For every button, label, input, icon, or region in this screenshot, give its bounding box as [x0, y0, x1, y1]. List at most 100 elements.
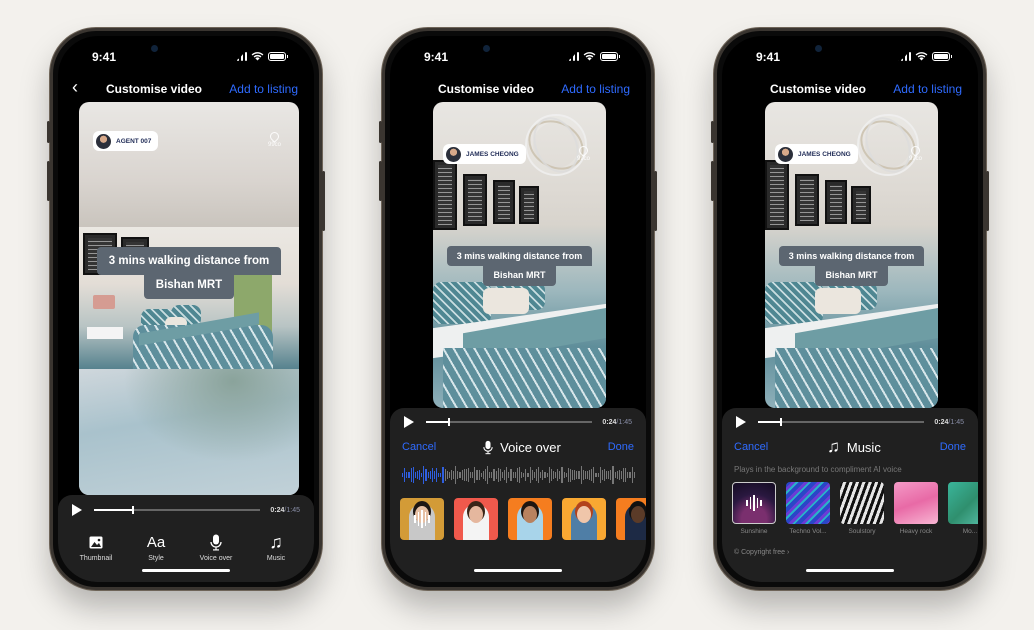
waveform-bar — [557, 468, 559, 482]
caption-line-1: 3 mins walking distance from — [446, 246, 593, 266]
waveform-bar — [633, 472, 635, 478]
waveform-bar — [493, 468, 495, 482]
waveform-bar — [627, 472, 629, 478]
waveform-bar — [480, 472, 482, 478]
navbar: ‹ Customise video Add to listing — [58, 77, 314, 99]
waveform-bar — [623, 467, 625, 483]
waveform-bar — [631, 467, 633, 483]
playing-audio-icon — [733, 483, 775, 523]
video-preview[interactable]: AGENT 007 99co 3 mins walking distance f… — [79, 102, 299, 495]
waveform-bar — [591, 469, 593, 481]
cancel-button[interactable]: Cancel — [402, 441, 436, 453]
wifi-icon — [583, 52, 596, 61]
tool-thumbnail[interactable]: Thumbnail — [68, 531, 124, 562]
waveform-bar — [582, 470, 584, 480]
voice-option[interactable] — [400, 498, 444, 540]
add-to-listing-button[interactable]: Add to listing — [229, 82, 298, 96]
waveform-bar — [612, 466, 614, 484]
track-artwork — [948, 482, 978, 524]
music-track[interactable]: Soulstory — [840, 482, 884, 535]
voice-option[interactable] — [562, 498, 606, 540]
editor-panel: 0:24/1:45 Thumbnail Aa Style Voice over … — [58, 495, 314, 582]
video-caption[interactable]: 3 mins walking distance from Bishan MRT — [433, 246, 606, 286]
waveform-bar — [574, 470, 576, 480]
waveform-bar — [555, 472, 557, 478]
front-camera — [151, 45, 158, 52]
scrubber[interactable] — [426, 418, 593, 426]
waveform-bar — [578, 471, 580, 479]
cancel-button[interactable]: Cancel — [734, 441, 768, 453]
waveform-bar — [410, 468, 412, 482]
play-icon[interactable] — [72, 504, 82, 516]
waveform-bar — [510, 469, 512, 481]
done-button[interactable]: Done — [608, 441, 634, 453]
waveform-bar — [527, 472, 529, 478]
time-readout: 0:24/1:45 — [270, 506, 300, 514]
tool-voice-over[interactable]: Voice over — [188, 531, 244, 562]
waveform-bar — [618, 470, 620, 480]
waveform-bar — [425, 469, 427, 481]
play-icon[interactable] — [736, 416, 746, 428]
back-button[interactable]: ‹ — [72, 77, 78, 98]
home-indicator[interactable] — [806, 568, 894, 572]
track-label: Heavy rock — [899, 528, 933, 535]
waveform-bar — [476, 470, 478, 480]
video-preview[interactable]: JAMES CHEONG 99co 3 mins walking distanc… — [765, 102, 938, 408]
add-to-listing-button[interactable]: Add to listing — [893, 82, 962, 96]
video-caption[interactable]: 3 mins walking distance from Bishan MRT — [765, 246, 938, 286]
waveform[interactable] — [402, 464, 635, 486]
waveform-bar — [550, 468, 552, 482]
music-track[interactable]: Mo... — [948, 482, 978, 535]
waveform-bar — [580, 466, 582, 484]
tool-music[interactable]: ♫ Music — [248, 531, 304, 563]
home-indicator[interactable] — [142, 568, 230, 572]
waveform-bar — [529, 467, 531, 483]
chandelier — [525, 114, 587, 176]
done-button[interactable]: Done — [940, 441, 966, 453]
voice-option[interactable] — [454, 498, 498, 540]
home-indicator[interactable] — [474, 568, 562, 572]
copyright-free-link[interactable]: © Copyright free › — [734, 549, 789, 556]
waveform-bar — [504, 470, 506, 480]
waveform-bar — [610, 469, 612, 481]
phone-music: 9:41 Customise video Add to listing JAME… — [711, 28, 989, 590]
chevron-left-icon: ‹ — [72, 77, 78, 97]
add-to-listing-button[interactable]: Add to listing — [561, 82, 630, 96]
video-caption[interactable]: 3 mins walking distance from Bishan MRT — [79, 247, 299, 299]
waveform-bar — [416, 470, 418, 480]
music-track[interactable]: Sunshine — [732, 482, 776, 535]
front-camera — [483, 45, 490, 52]
voice-option[interactable] — [508, 498, 552, 540]
time-readout: 0:24/1:45 — [602, 418, 632, 426]
power-button — [986, 171, 989, 231]
tool-style[interactable]: Aa Style — [128, 531, 184, 563]
waveform-bar — [438, 472, 440, 478]
scrubber[interactable] — [94, 506, 261, 514]
wifi-icon — [251, 52, 264, 61]
waveform-bar — [516, 467, 518, 483]
screen: 9:41 Customise video Add to listing JAME… — [722, 36, 978, 582]
music-track-list: Sunshine Techno Vol... Soulstory Heavy rock… — [732, 482, 978, 535]
waveform-bar — [593, 467, 595, 483]
sheet-title: Voice over — [500, 439, 561, 455]
agent-avatar — [778, 146, 793, 162]
waveform-bar — [565, 472, 567, 478]
scrubber[interactable] — [758, 418, 925, 426]
music-track[interactable]: Techno Vol... — [786, 482, 830, 535]
waveform-bar — [589, 469, 591, 481]
track-label: Mo... — [962, 528, 978, 535]
caption-line-1: 3 mins walking distance from — [778, 246, 925, 266]
video-preview[interactable]: JAMES CHEONG 99co 3 mins walking distanc… — [433, 102, 606, 408]
waveform-bar — [497, 468, 499, 482]
waveform-bar — [489, 472, 491, 478]
power-button — [322, 171, 325, 231]
battery-icon — [268, 51, 288, 61]
waveform-bar — [427, 471, 429, 479]
waveform-bar — [461, 469, 463, 481]
play-icon[interactable] — [404, 416, 414, 428]
waveform-bar — [444, 468, 446, 482]
music-track[interactable]: Heavy rock — [894, 482, 938, 535]
sheet-header: Cancel Voice over Done — [402, 438, 634, 456]
voice-option[interactable] — [616, 498, 646, 540]
waveform-bar — [431, 468, 433, 482]
